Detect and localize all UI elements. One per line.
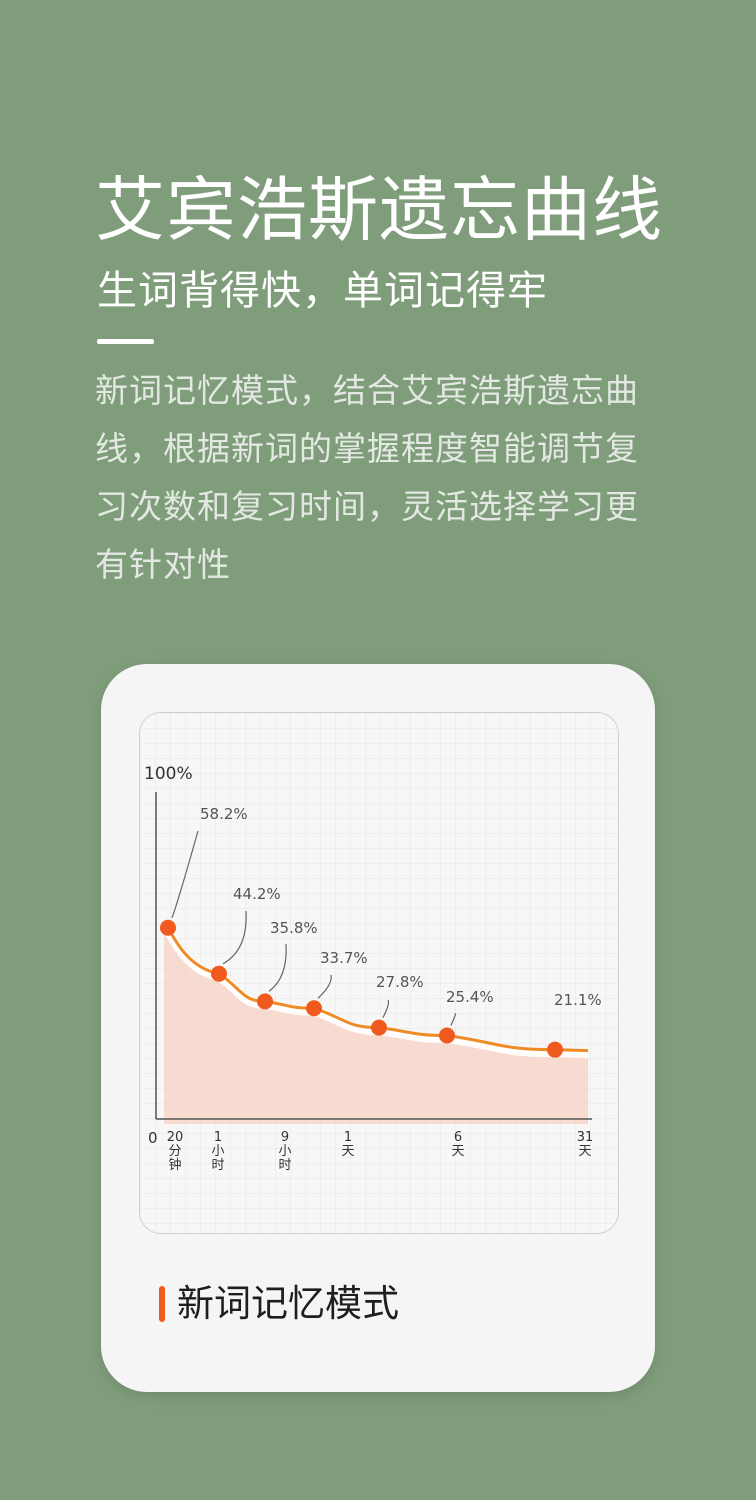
page-title: 艾宾浩斯遗忘曲线	[95, 169, 663, 251]
x-tick-label: 时	[211, 1158, 224, 1173]
data-point	[547, 1041, 563, 1058]
data-point	[439, 1027, 455, 1044]
data-point	[257, 993, 273, 1010]
x-tick-label: 小	[211, 1144, 224, 1159]
data-point	[371, 1019, 387, 1036]
page-subtitle: 生词背得快，单词记得牢	[97, 268, 548, 314]
data-label: 25.4%	[446, 988, 494, 1006]
data-label: 44.2%	[233, 885, 281, 903]
x-tick-label: 20	[167, 1130, 184, 1145]
card-title: 新词记忆模式	[159, 1279, 399, 1329]
forgetting-curve-svg: 100%058.2%20分钟44.2%1小时35.8%9小时33.7%1天27.…	[140, 713, 618, 1233]
data-point	[306, 1000, 322, 1017]
x-tick-label: 6	[454, 1130, 462, 1145]
data-point	[211, 965, 227, 982]
data-label: 27.8%	[376, 973, 424, 991]
data-label: 58.2%	[200, 805, 248, 823]
x-tick-label: 1	[214, 1130, 222, 1145]
x-tick-label: 时	[278, 1158, 291, 1173]
x-tick-label: 分	[168, 1144, 181, 1159]
feature-card[interactable]: 100% 0 58.2% 20 分钟 44.2% 1 小时 35.8% 9 小时 33.7% 1 天 27.…	[101, 664, 655, 1392]
y-axis-top-label: 100%	[144, 764, 193, 784]
data-point	[160, 919, 176, 936]
x-tick-label: 天	[341, 1144, 354, 1159]
title-accent-bar	[159, 1286, 165, 1322]
x-axis-origin-label: 0	[148, 1129, 158, 1147]
x-tick-label: 天	[578, 1144, 591, 1159]
title-divider	[97, 339, 154, 344]
x-tick-label: 天	[451, 1144, 464, 1159]
data-label: 33.7%	[320, 949, 368, 967]
data-label: 21.1%	[554, 991, 602, 1009]
x-tick-label: 1	[344, 1130, 352, 1145]
feature-description: 新词记忆模式，结合艾宾浩斯遗忘曲线，根据新词的掌握程度智能调节复习次数和复习时间…	[95, 371, 639, 584]
x-tick-label: 31	[577, 1130, 594, 1145]
forgetting-curve-chart: 100% 0 58.2% 20 分钟 44.2% 1 小时 35.8% 9 小时 33.7% 1 天 27.…	[139, 712, 619, 1234]
x-tick-label: 钟	[168, 1157, 181, 1173]
x-tick-label: 9	[281, 1130, 289, 1145]
card-title-text: 新词记忆模式	[177, 1282, 399, 1325]
x-tick-label: 小	[278, 1144, 291, 1159]
data-label: 35.8%	[270, 919, 318, 937]
